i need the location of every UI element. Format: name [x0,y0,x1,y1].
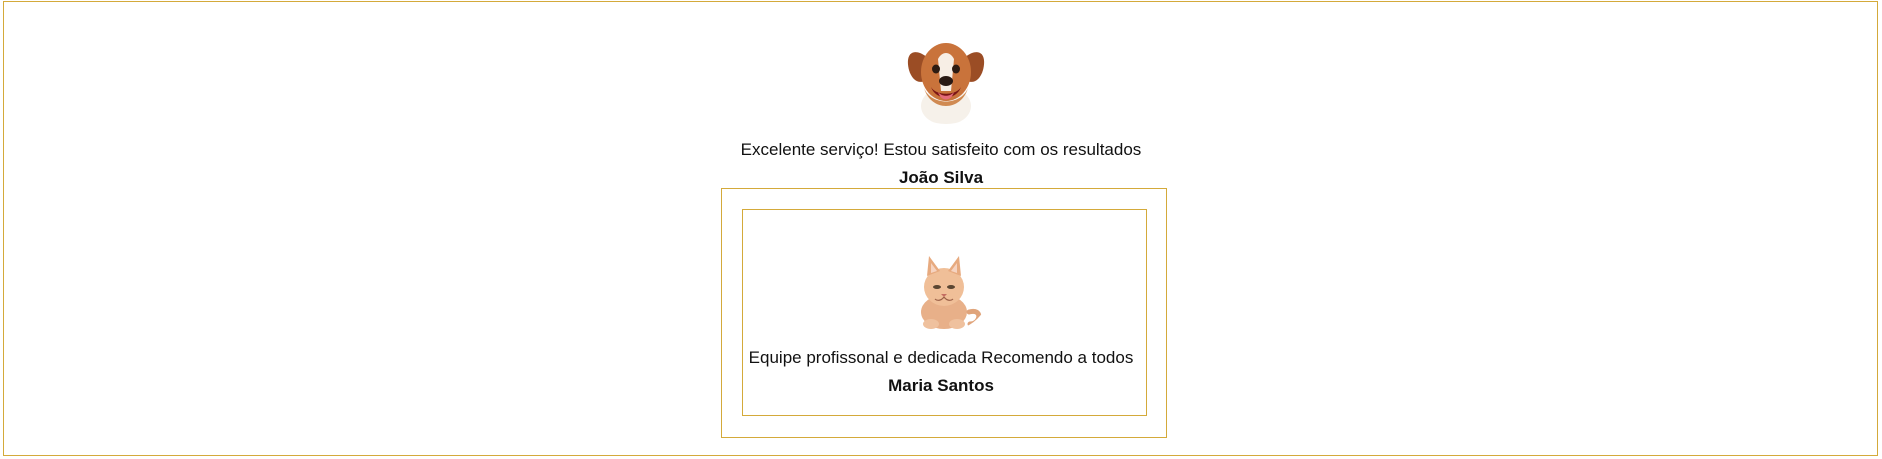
testimonial-author: João Silva [898,168,984,187]
cat-avatar-icon [897,242,991,332]
testimonial-quote: Equipe profissonal e dedicada Recomendo … [748,348,1134,367]
testimonial-quote: Excelente serviço! Estou satisfeito com … [740,140,1142,159]
testimonial-author: Maria Santos [888,376,994,395]
dog-avatar-icon [896,24,996,124]
